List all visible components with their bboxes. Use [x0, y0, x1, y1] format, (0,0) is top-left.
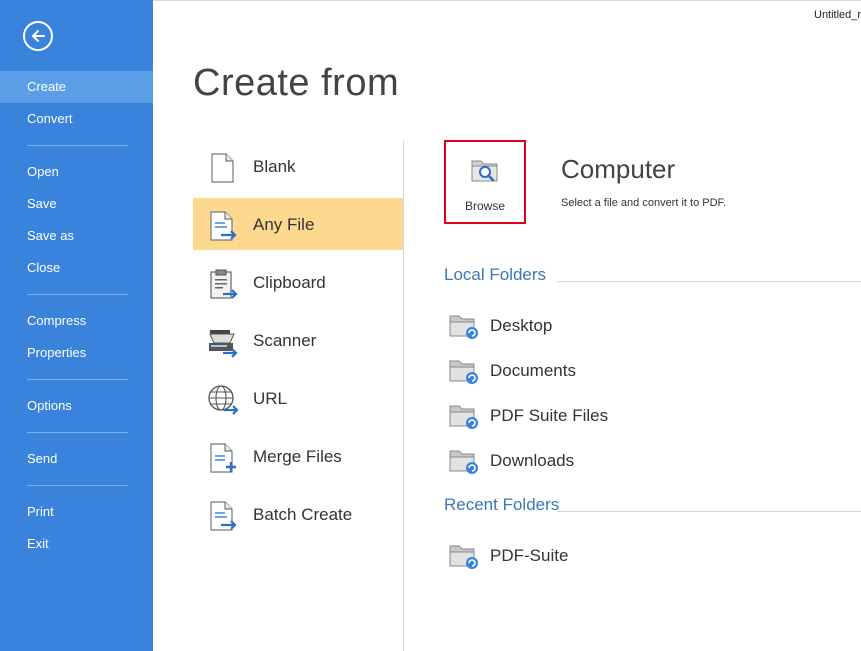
nav-separator	[27, 432, 128, 433]
folder-icon	[449, 360, 478, 384]
browse-label: Browse	[464, 199, 505, 213]
nav-label: Open	[27, 164, 59, 179]
clipboard-icon	[210, 269, 238, 299]
source-clipboard[interactable]: Clipboard	[193, 256, 403, 308]
source-blank[interactable]: Blank	[193, 140, 403, 192]
file-convert-icon	[210, 211, 237, 241]
source-label: Clipboard	[253, 273, 326, 292]
folder-desktop[interactable]: Desktop	[444, 306, 844, 346]
folder-downloads[interactable]: Downloads	[444, 441, 844, 481]
blank-document-icon	[211, 153, 234, 183]
folder-pdf-suite[interactable]: PDF-Suite	[444, 536, 844, 576]
nav-print[interactable]: Print	[0, 496, 153, 528]
nav-save[interactable]: Save	[0, 188, 153, 220]
folder-icon	[449, 405, 478, 429]
nav-save-as[interactable]: Save as	[0, 220, 153, 252]
computer-title: Computer	[561, 154, 676, 184]
section-divider	[557, 281, 861, 282]
back-button[interactable]	[23, 21, 53, 51]
folder-search-icon	[471, 160, 498, 182]
section-divider	[557, 511, 861, 512]
nav-open[interactable]: Open	[0, 156, 153, 188]
nav-label: Send	[27, 451, 58, 466]
source-merge-files[interactable]: Merge Files	[193, 430, 403, 482]
nav-options[interactable]: Options	[0, 390, 153, 422]
nav-create[interactable]: Create	[0, 71, 153, 103]
source-any-file[interactable]: Any File	[193, 198, 403, 250]
nav-properties[interactable]: Properties	[0, 337, 153, 369]
source-label: Blank	[253, 157, 296, 176]
nav-convert[interactable]: Convert	[0, 103, 153, 135]
local-folders-title: Local Folders	[444, 265, 547, 284]
folder-label: Documents	[490, 361, 576, 380]
nav-separator	[27, 379, 128, 380]
page-title: Create from	[193, 62, 400, 104]
folder-pdf-suite-files[interactable]: PDF Suite Files	[444, 396, 844, 436]
nav-close[interactable]: Close	[0, 252, 153, 284]
source-label: Merge Files	[253, 447, 342, 466]
nav-separator	[27, 294, 128, 295]
merge-files-icon	[210, 443, 236, 473]
nav-label: Convert	[27, 111, 73, 126]
source-url[interactable]: URL	[193, 372, 403, 424]
sidebar: Create Convert Open Save Save as Close C…	[0, 0, 153, 651]
nav-separator	[27, 145, 128, 146]
nav-label: Save as	[27, 228, 74, 243]
scanner-icon	[209, 330, 238, 358]
arrow-left-icon	[32, 30, 45, 42]
computer-description: Select a file and convert it to PDF.	[561, 197, 727, 209]
top-border	[153, 0, 861, 1]
batch-create-icon	[210, 501, 237, 531]
nav-exit[interactable]: Exit	[0, 528, 153, 560]
folder-icon	[449, 450, 478, 474]
nav-label: Options	[27, 398, 72, 413]
recent-folders-title: Recent Folders	[444, 495, 560, 514]
source-label: Batch Create	[253, 505, 353, 524]
nav-label: Print	[27, 504, 54, 519]
folder-icon	[449, 315, 478, 339]
folder-label: PDF-Suite	[490, 546, 569, 565]
nav-label: Compress	[27, 313, 87, 328]
panel-divider	[403, 140, 404, 651]
source-scanner[interactable]: Scanner	[193, 314, 403, 366]
folder-documents[interactable]: Documents	[444, 351, 844, 391]
source-label: Scanner	[253, 331, 317, 350]
globe-icon	[208, 385, 239, 415]
source-label: Any File	[253, 215, 315, 234]
document-title: Untitled_r	[814, 9, 861, 21]
nav-label: Save	[27, 196, 57, 211]
folder-icon	[449, 545, 478, 569]
source-label: URL	[253, 389, 288, 408]
nav-label: Close	[27, 260, 61, 275]
folder-label: Desktop	[490, 316, 553, 335]
folder-label: Downloads	[490, 451, 575, 470]
nav-separator	[27, 485, 128, 486]
browse-button[interactable]: Browse	[444, 140, 526, 224]
source-batch-create[interactable]: Batch Create	[193, 488, 403, 540]
nav-label: Exit	[27, 536, 49, 551]
nav-label: Create	[27, 79, 67, 94]
folder-label: PDF Suite Files	[490, 406, 609, 425]
nav-send[interactable]: Send	[0, 443, 153, 475]
nav-compress[interactable]: Compress	[0, 305, 153, 337]
nav-label: Properties	[27, 345, 87, 360]
